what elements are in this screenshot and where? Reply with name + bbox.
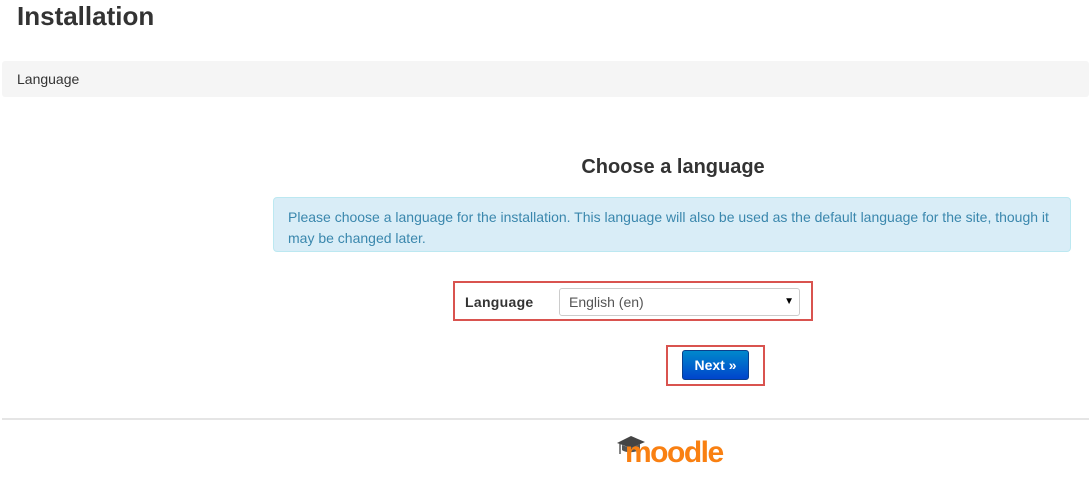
language-field-highlight: Language English (en) ▼	[453, 281, 813, 321]
breadcrumb-item-language[interactable]: Language	[17, 71, 79, 87]
info-alert: Please choose a language for the install…	[273, 197, 1071, 252]
footer-divider	[2, 418, 1089, 420]
section-heading: Choose a language	[581, 156, 765, 178]
language-select-value: English (en)	[569, 294, 644, 310]
info-alert-text: Please choose a language for the install…	[288, 209, 1049, 246]
breadcrumb: Language	[2, 61, 1089, 97]
language-select[interactable]: English (en) ▼	[559, 288, 800, 316]
language-label: Language	[465, 294, 534, 310]
page-title: Installation	[17, 1, 155, 31]
next-button[interactable]: Next »	[682, 350, 749, 380]
next-button-highlight: Next »	[666, 345, 765, 386]
moodle-logo-wordmark: moodle	[625, 436, 723, 469]
chevron-down-icon: ▼	[784, 296, 794, 307]
moodle-logo: moodle	[617, 436, 725, 469]
